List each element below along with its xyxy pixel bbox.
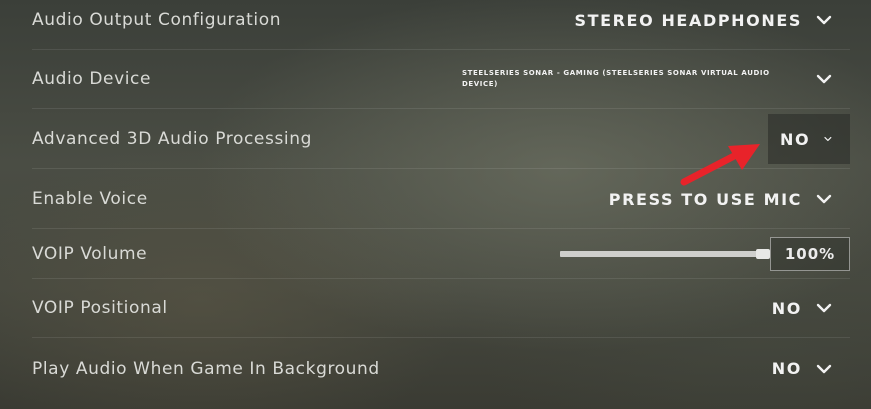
- annotation-arrow-icon: [680, 144, 760, 186]
- voip-volume-slider[interactable]: [560, 246, 770, 262]
- dropdown-value: STEELSERIES SONAR - GAMING (STEELSERIES …: [462, 69, 770, 88]
- dropdown-value: NO: [771, 359, 802, 378]
- setting-label: Advanced 3D Audio Processing: [32, 129, 312, 149]
- slider-fill: [560, 250, 770, 257]
- voip-volume-value-box[interactable]: 100%: [770, 236, 850, 271]
- dropdown-value: NO: [780, 129, 811, 149]
- setting-label: Audio Device: [32, 69, 152, 89]
- chevron-down-icon: [816, 74, 832, 84]
- voip-positional-dropdown[interactable]: NO: [760, 283, 850, 333]
- audio-device-dropdown[interactable]: STEELSERIES SONAR - GAMING (STEELSERIES …: [450, 54, 850, 104]
- setting-label: Audio Output Configuration: [32, 10, 282, 30]
- chevron-down-icon: [816, 303, 832, 313]
- dropdown-value: NO: [771, 298, 802, 318]
- setting-row-play-audio-in-background: Play Audio When Game In Background NO: [32, 339, 850, 398]
- audio-output-configuration-dropdown[interactable]: STEREO HEADPHONES: [562, 0, 850, 45]
- setting-row-voip-volume: VOIP Volume 100%: [32, 229, 850, 279]
- setting-row-audio-device: Audio Device STEELSERIES SONAR - GAMING …: [32, 50, 850, 109]
- setting-label: VOIP Positional: [32, 298, 168, 318]
- chevron-down-icon: [816, 194, 832, 204]
- dropdown-value: STEREO HEADPHONES: [574, 10, 802, 30]
- setting-label: Play Audio When Game In Background: [32, 358, 380, 379]
- setting-label: Enable Voice: [32, 189, 148, 209]
- dropdown-value: PRESS TO USE MIC: [608, 189, 802, 209]
- slider-thumb[interactable]: [756, 248, 770, 259]
- chevron-down-icon: [824, 136, 832, 142]
- audio-settings-panel: Audio Output Configuration STEREO HEADPH…: [0, 0, 871, 409]
- setting-label: VOIP Volume: [32, 243, 148, 264]
- play-audio-in-background-dropdown[interactable]: NO: [760, 344, 850, 394]
- setting-row-audio-output-configuration: Audio Output Configuration STEREO HEADPH…: [32, 0, 850, 50]
- chevron-down-icon: [816, 15, 832, 25]
- advanced-3d-audio-processing-dropdown[interactable]: NO: [768, 114, 850, 164]
- setting-row-voip-positional: VOIP Positional NO: [32, 279, 850, 338]
- chevron-down-icon: [816, 364, 832, 373]
